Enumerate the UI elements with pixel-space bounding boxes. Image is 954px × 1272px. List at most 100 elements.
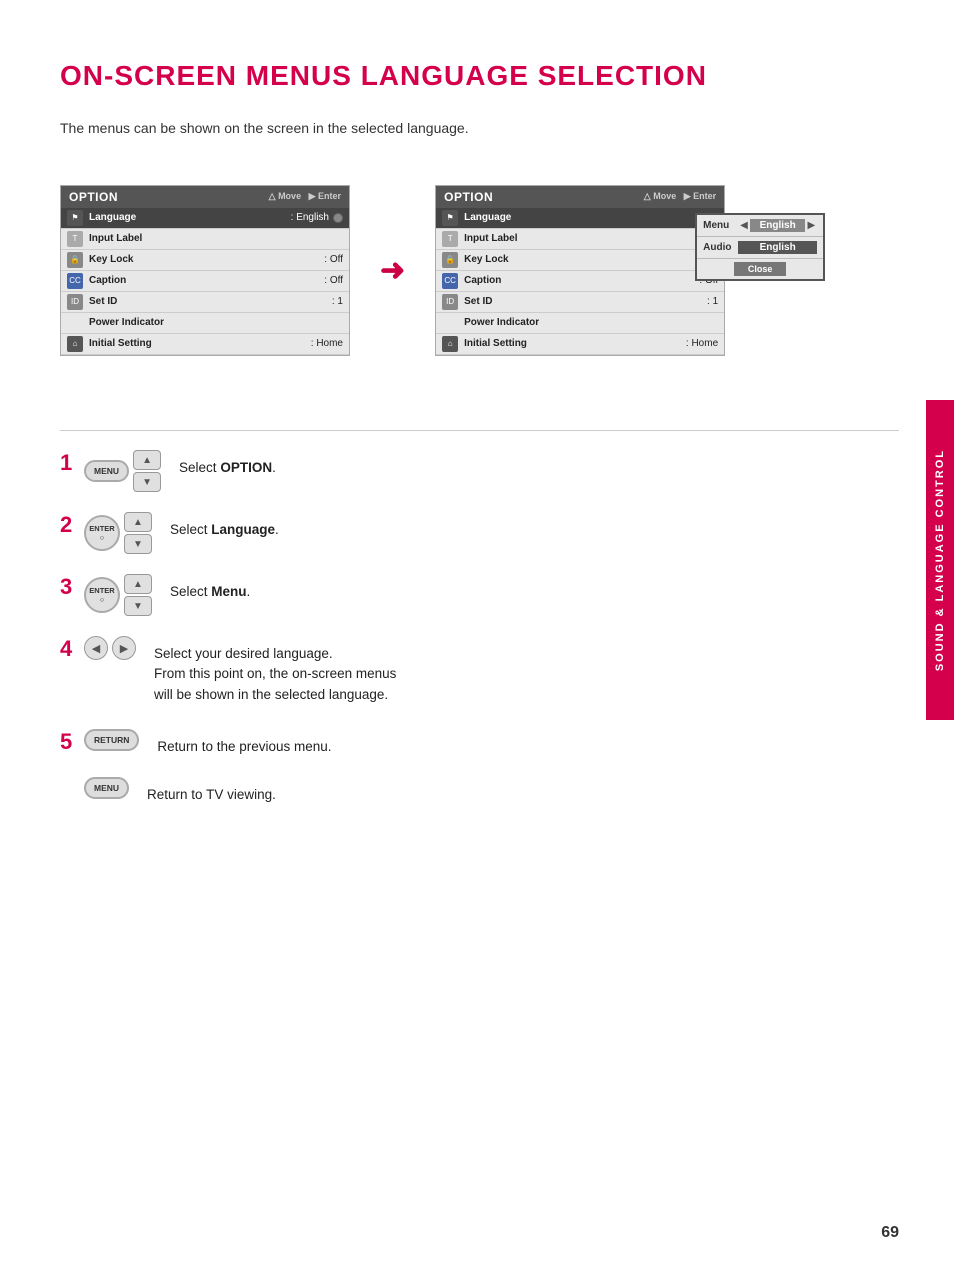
menu1-row-keylock: 🔒 Key Lock : Off [61, 250, 349, 271]
side-tab-label: SOUND & LANGUAGE CONTROL [934, 449, 946, 671]
m2-power-icon [442, 315, 458, 331]
dpad-lr-4: ◀ ▶ [84, 636, 136, 660]
menu1-inputlabel: Input Label [89, 233, 343, 244]
menu2-header: OPTION △ Move ▶ Enter [436, 186, 724, 208]
step-2-number: 2 [60, 514, 80, 536]
menu1-setid-value: : 1 [332, 296, 343, 307]
menu-button-2[interactable]: MENU [84, 777, 129, 799]
popup-audio-value: English [738, 241, 817, 254]
popup-audio-row: Audio English [697, 237, 823, 259]
step-2: 2 ENTER○ ▲ ▼ Select Language. [60, 512, 900, 554]
step-5-controls: RETURN [84, 729, 139, 751]
popup-menu-value: English [750, 219, 806, 232]
power-icon [67, 315, 83, 331]
dpad-right-4[interactable]: ▶ [112, 636, 136, 660]
menu1-caption: Caption [89, 275, 320, 286]
menu2-caption: Caption [464, 275, 695, 286]
menu2-row-setid: ID Set ID : 1 [436, 292, 724, 313]
step-5-text: Return to the previous menu. [157, 729, 900, 757]
popup-menu-row: Menu ◀ English ▶ [697, 215, 823, 237]
dpad-down-1[interactable]: ▼ [133, 472, 161, 492]
step-3-text: Select Menu. [170, 574, 900, 602]
menu1-caption-value: : Off [324, 275, 343, 286]
step-1-number: 1 [60, 452, 80, 474]
menu1-initialsetting-value: : Home [311, 338, 343, 349]
menu2-title: OPTION [444, 190, 493, 204]
language-icon: ⚑ [67, 210, 83, 226]
step-3-controls: ENTER○ ▲ ▼ [84, 574, 152, 616]
initialsetting-icon: ⌂ [67, 336, 83, 352]
transition-arrow: ➜ [380, 253, 405, 288]
setid-icon: ID [67, 294, 83, 310]
menu2-setid: Set ID [464, 296, 703, 307]
page-subtitle: The menus can be shown on the screen in … [60, 120, 469, 136]
menu2-initialsetting-value: : Home [686, 338, 718, 349]
return-button[interactable]: RETURN [84, 729, 139, 751]
menu2-setid-value: : 1 [707, 296, 718, 307]
menu2-powerindicator: Power Indicator [464, 317, 718, 328]
m2-inputlabel-icon: T [442, 231, 458, 247]
keylock-icon: 🔒 [67, 252, 83, 268]
menu1-title: OPTION [69, 190, 118, 204]
step-2-controls: ENTER○ ▲ ▼ [84, 512, 152, 554]
menu2-inputlabel: Input Label [464, 233, 718, 244]
menu1-setid: Set ID [89, 296, 328, 307]
dpad-updown-1: ▲ ▼ [133, 450, 161, 492]
menu1-row-language: ⚑ Language : English [61, 208, 349, 229]
menu1-row-initialsetting: ⌂ Initial Setting : Home [61, 334, 349, 355]
enter-button-3[interactable]: ENTER○ [84, 577, 120, 613]
step-1-controls: MENU ▲ ▼ [84, 450, 161, 492]
menu2-row-language: ⚑ Language : Eng [436, 208, 724, 229]
m2-initialsetting-icon: ⌂ [442, 336, 458, 352]
menu1-nav: △ Move ▶ Enter [269, 191, 341, 202]
menu2-row-powerindicator: Power Indicator [436, 313, 724, 334]
menu2-language-label: Language [464, 212, 691, 223]
menu1-circle [333, 213, 343, 223]
menu1-row-powerindicator: Power Indicator [61, 313, 349, 334]
menu-screenshot-2: OPTION △ Move ▶ Enter ⚑ Language : Eng T… [435, 185, 725, 356]
dpad-up-1[interactable]: ▲ [133, 450, 161, 470]
screenshots-area: OPTION △ Move ▶ Enter ⚑ Language : Engli… [60, 160, 900, 380]
m2-language-icon: ⚑ [442, 210, 458, 226]
dpad-down-2[interactable]: ▼ [124, 534, 152, 554]
step-4-controls: ◀ ▶ [84, 636, 136, 660]
menu2-box: OPTION △ Move ▶ Enter ⚑ Language : Eng T… [435, 185, 725, 356]
menu2-keylock: Key Lock [464, 254, 695, 265]
menu1-keylock-value: : Off [324, 254, 343, 265]
steps-area: 1 MENU ▲ ▼ Select OPTION. 2 ENTER○ ▲ ▼ S… [60, 450, 900, 825]
section-divider [60, 430, 899, 431]
popup-close-button[interactable]: Close [734, 262, 787, 276]
dpad-up-3[interactable]: ▲ [124, 574, 152, 594]
menu2-row-caption: CC Caption : Off [436, 271, 724, 292]
menu1-initialsetting: Initial Setting [89, 338, 307, 349]
page-title: ON-SCREEN MENUS LANGUAGE SELECTION [60, 60, 707, 92]
side-tab: SOUND & LANGUAGE CONTROL [926, 400, 954, 720]
menu-button[interactable]: MENU [84, 460, 129, 482]
menu2-row-inputlabel: T Input Label [436, 229, 724, 250]
step-5-number: 5 [60, 731, 80, 753]
dpad-up-2[interactable]: ▲ [124, 512, 152, 532]
step-menu: 0 MENU Return to TV viewing. [60, 777, 900, 805]
step-3-number: 3 [60, 576, 80, 598]
step-1-text: Select OPTION. [179, 450, 900, 478]
step-2-text: Select Language. [170, 512, 900, 540]
step-4-number: 4 [60, 638, 80, 660]
menu1-row-setid: ID Set ID : 1 [61, 292, 349, 313]
inputlabel-icon: T [67, 231, 83, 247]
popup-right-arrow: ▶ [807, 220, 815, 231]
m2-keylock-icon: 🔒 [442, 252, 458, 268]
menu1-keylock: Key Lock [89, 254, 320, 265]
enter-button-2[interactable]: ENTER○ [84, 515, 120, 551]
popup-close-row: Close [697, 259, 823, 279]
step-menu-controls: MENU [84, 777, 129, 799]
menu2-initialsetting: Initial Setting [464, 338, 682, 349]
language-popup: Menu ◀ English ▶ Audio English Close [695, 213, 825, 281]
popup-menu-label: Menu [703, 220, 738, 231]
step-5: 5 RETURN Return to the previous menu. [60, 729, 900, 757]
dpad-updown-2: ▲ ▼ [124, 512, 152, 554]
menu1-powerindicator: Power Indicator [89, 317, 343, 328]
dpad-down-3[interactable]: ▼ [124, 596, 152, 616]
dpad-left-4[interactable]: ◀ [84, 636, 108, 660]
m2-setid-icon: ID [442, 294, 458, 310]
step-1: 1 MENU ▲ ▼ Select OPTION. [60, 450, 900, 492]
